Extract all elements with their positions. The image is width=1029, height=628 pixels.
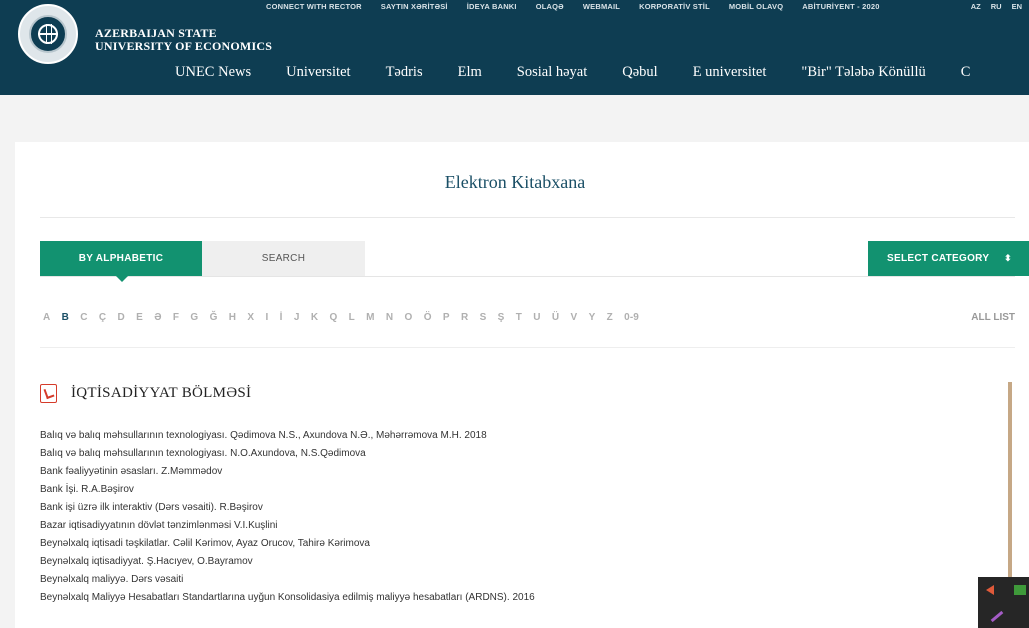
section-header: İQTİSADİYYAT BÖLMƏSİ xyxy=(40,384,251,403)
top-link-sitemap[interactable]: SAYTIN XƏRİTƏSİ xyxy=(381,2,448,11)
lang-en[interactable]: EN xyxy=(1012,2,1022,11)
lang-az[interactable]: AZ xyxy=(971,2,981,11)
alphabet-letter[interactable]: J xyxy=(294,312,300,323)
tab-by-alphabetic[interactable]: BY ALPHABETIC xyxy=(40,241,202,282)
top-links-bar: CONNECT WITH RECTOR SAYTIN XƏRİTƏSİ İDEY… xyxy=(266,2,899,11)
alphabet-letter[interactable]: K xyxy=(311,312,318,323)
book-item[interactable]: Balıq və balıq məhsullarının texnologiya… xyxy=(40,445,535,463)
title-divider xyxy=(40,217,1015,218)
book-item[interactable]: Balıq və balıq məhsullarının texnologiya… xyxy=(40,427,535,445)
book-item[interactable]: Bank fəaliyyətinin əsasları. Z.Məmmədov xyxy=(40,463,535,481)
tab-search[interactable]: SEARCH xyxy=(202,241,365,276)
alphabet-letter[interactable]: Ç xyxy=(99,312,106,323)
alphabet-letter[interactable]: Ş xyxy=(498,312,505,323)
library-card: Elektron Kitabxana BY ALPHABETIC SEARCH … xyxy=(15,142,1029,628)
nav-teaching[interactable]: Tədris xyxy=(386,64,423,81)
floating-toolbar xyxy=(978,577,1029,628)
alphabet-letter[interactable]: Y xyxy=(589,312,596,323)
nav-science[interactable]: Elm xyxy=(458,64,482,81)
book-item[interactable]: Beynəlxalq iqtisadiyyat. Ş.Hacıyev, O.Ba… xyxy=(40,553,535,571)
tab-bar: BY ALPHABETIC SEARCH SELECT CATEGORY ⬍ xyxy=(40,241,1029,282)
main-nav: UNEC News Universitet Tədris Elm Sosial … xyxy=(175,64,1005,81)
alphabet-letter[interactable]: E xyxy=(136,312,143,323)
top-link-idea-bank[interactable]: İDEYA BANKI xyxy=(467,2,517,11)
alphabet-letter[interactable]: O xyxy=(405,312,413,323)
seal-inner xyxy=(29,15,67,53)
speaker-icon[interactable] xyxy=(986,585,994,595)
brand-line-2: UNIVERSITY OF ECONOMICS xyxy=(95,39,273,53)
select-arrows-icon: ⬍ xyxy=(1004,253,1012,263)
nav-unec-news[interactable]: UNEC News xyxy=(175,64,251,81)
alphabet-letter[interactable]: D xyxy=(118,312,125,323)
alphabet-divider xyxy=(40,347,1015,348)
alphabet-letter[interactable]: Ü xyxy=(552,312,559,323)
alphabet-letter[interactable]: I xyxy=(265,312,268,323)
select-category-label: SELECT CATEGORY xyxy=(887,253,990,264)
book-item[interactable]: Beynəlxalq iqtisadi təşkilatlar. Cəlil K… xyxy=(40,535,535,553)
nav-social-life[interactable]: Sosial həyat xyxy=(517,64,587,81)
nav-volunteer[interactable]: "Bir" Tələbə Könüllü xyxy=(801,64,925,81)
green-square-icon[interactable] xyxy=(1014,585,1026,595)
alphabet-letter[interactable]: L xyxy=(349,312,355,323)
book-item[interactable]: Beynəlxalq Maliyyə Hesabatları Standartl… xyxy=(40,589,535,607)
alphabet-letter[interactable]: F xyxy=(173,312,179,323)
book-list: Balıq və balıq məhsullarının texnologiya… xyxy=(40,427,535,607)
nav-admission[interactable]: Qəbul xyxy=(622,64,657,81)
pen-icon[interactable] xyxy=(990,610,1004,623)
alphabet-letter[interactable]: N xyxy=(386,312,393,323)
alphabet-letter[interactable]: Z xyxy=(607,312,613,323)
alphabet-letter[interactable]: X xyxy=(247,312,254,323)
alphabet-letter[interactable]: 0-9 xyxy=(624,312,639,323)
alphabet-filter: A B C Ç D E Ə F G Ğ H X I İ J K Q L M N O Ö P R S Ş T U Ü V Y Z 0-9 xyxy=(43,312,650,323)
language-switcher: AZ RU EN xyxy=(971,2,1022,11)
top-link-applicant[interactable]: ABİTURİYENT - 2020 xyxy=(802,2,879,11)
alphabet-letter[interactable]: H xyxy=(229,312,236,323)
brand-name[interactable]: AZERBAIJAN STATE UNIVERSITY OF ECONOMICS xyxy=(95,27,272,53)
book-item[interactable]: Beynəlxalq maliyyə. Dərs vəsaiti xyxy=(40,571,535,589)
book-item[interactable]: Bank İşi. R.A.Bəşirov xyxy=(40,481,535,499)
alphabet-letter[interactable]: Ğ xyxy=(210,312,218,323)
top-link-contact[interactable]: OLAQƏ xyxy=(536,2,564,11)
alphabet-letter[interactable]: Ö xyxy=(424,312,432,323)
alphabet-letter[interactable]: A xyxy=(43,312,50,323)
alphabet-letter[interactable]: U xyxy=(533,312,540,323)
alphabet-letter[interactable]: Ə xyxy=(154,312,161,323)
site-header: AZERBAIJAN STATE UNIVERSITY OF ECONOMICS… xyxy=(0,0,1029,95)
alphabet-letter[interactable]: Q xyxy=(329,312,337,323)
university-seal-icon[interactable] xyxy=(18,4,78,64)
nav-more[interactable]: C xyxy=(961,64,971,81)
alphabet-letter[interactable]: B xyxy=(62,312,69,323)
top-link-mobile[interactable]: MOBİL OLAVQ xyxy=(729,2,783,11)
book-item[interactable]: Bazar iqtisadiyyatının dövlət tənzimlənm… xyxy=(40,517,535,535)
alphabet-letter[interactable]: T xyxy=(516,312,522,323)
top-link-connect-rector[interactable]: CONNECT WITH RECTOR xyxy=(266,2,362,11)
globe-icon xyxy=(38,24,58,44)
alphabet-letter[interactable]: S xyxy=(480,312,487,323)
alphabet-letter[interactable]: M xyxy=(366,312,374,323)
book-item[interactable]: Bank işi üzrə ilk interaktiv (Dərs vəsai… xyxy=(40,499,535,517)
nav-e-university[interactable]: E universitet xyxy=(693,64,767,81)
alphabet-letter[interactable]: C xyxy=(80,312,87,323)
nav-university[interactable]: Universitet xyxy=(286,64,350,81)
all-list-link[interactable]: ALL LIST xyxy=(971,312,1015,323)
alphabet-letter[interactable]: P xyxy=(443,312,450,323)
select-category-dropdown[interactable]: SELECT CATEGORY ⬍ xyxy=(868,241,1029,276)
alphabet-letter[interactable]: G xyxy=(190,312,198,323)
alphabet-letter[interactable]: V xyxy=(571,312,578,323)
section-title: İQTİSADİYYAT BÖLMƏSİ xyxy=(71,385,252,401)
top-link-webmail[interactable]: WEBMAIL xyxy=(583,2,620,11)
alphabet-letter[interactable]: R xyxy=(461,312,468,323)
pdf-icon xyxy=(40,384,57,403)
lang-ru[interactable]: RU xyxy=(991,2,1002,11)
page-title: Elektron Kitabxana xyxy=(444,172,586,192)
top-link-corporate-style[interactable]: KORPORATİV STİL xyxy=(639,2,710,11)
alphabet-letter[interactable]: İ xyxy=(280,312,283,323)
